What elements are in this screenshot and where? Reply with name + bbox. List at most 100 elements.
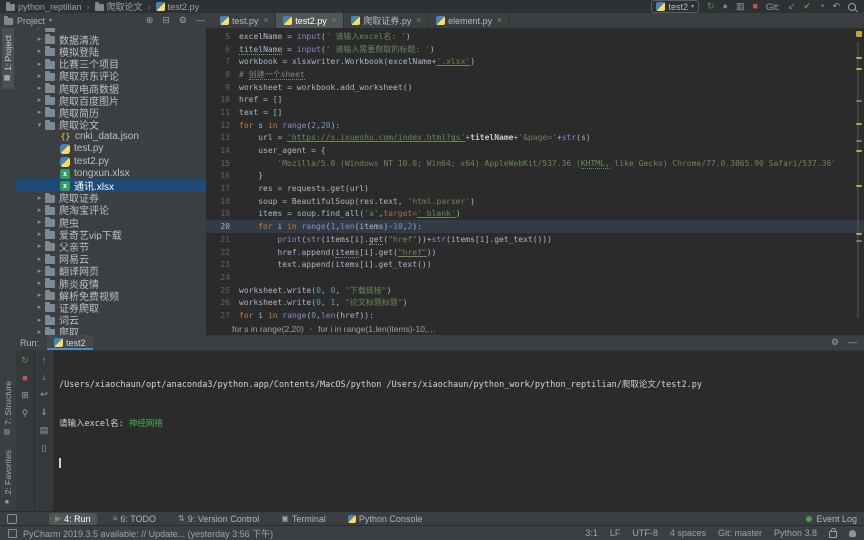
line-number[interactable]: 17 [206,184,239,193]
tree-item[interactable]: ▸爬取简历 [16,106,206,118]
line-number[interactable]: 14 [206,146,239,155]
tree-expand-arrow[interactable]: ▸ [34,303,45,311]
status-message[interactable]: PyCharm 2019.3.5 available: // Update...… [23,527,273,540]
tree-item[interactable]: ▸解析免费视频 [16,289,206,301]
run-console[interactable]: /Users/xiaochaun/opt/anaconda3/python.ap… [54,350,864,512]
tree-expand-arrow[interactable]: ▸ [34,279,45,287]
code-line[interactable]: 21print(str(items[i].get("href"))+str(it… [206,233,864,246]
close-tab-icon[interactable]: × [264,16,269,25]
code-line[interactable]: 13url = 'https://s.ixueshu.com/index.htm… [206,132,864,145]
tree-expand-arrow[interactable]: ▸ [34,35,45,43]
tree-expand-arrow[interactable]: ▸ [34,267,45,275]
code-line[interactable]: 19items = soup.find_all('a',target='_bla… [206,208,864,221]
git-branch[interactable]: Git: master [718,528,762,538]
line-number[interactable]: 16 [206,171,239,180]
line-number[interactable]: 9 [206,83,239,92]
minimize-panel-icon[interactable]: ― [848,338,857,347]
project-pane-header[interactable]: Project ▾ ⊕⊟⚙― [0,13,213,28]
line-number[interactable]: 22 [206,248,239,257]
pin-tab-icon[interactable]: ⚲ [22,408,29,419]
tree-item[interactable]: {}cnki_data.json [16,131,206,143]
tree-item[interactable]: test2.py [16,155,206,167]
sidebar-item-structure[interactable]: ▤ 7: Structure [2,374,14,443]
tab-爬取证券.py[interactable]: 爬取证券.py× [344,13,429,28]
tree-item[interactable]: ▾爬取论文 [16,119,206,131]
code-line[interactable]: 7workbook = xlsxwriter.Workbook(excelNam… [206,55,864,68]
line-number[interactable]: 21 [206,235,239,244]
tree-item[interactable]: ▸爱奇艺vip下载 [16,228,206,240]
run-icon[interactable]: ↻ [707,2,715,11]
stop-icon[interactable]: ■ [752,2,757,11]
tree-expand-arrow[interactable]: ▸ [34,230,45,238]
readonly-lock-icon[interactable] [829,531,837,538]
code-line[interactable]: 5excelName = input(' 请输入excel名: ') [206,30,864,43]
inspections-indicator[interactable] [856,31,862,37]
error-stripe[interactable] [854,28,864,323]
tree-expand-arrow[interactable]: ▾ [34,121,45,129]
sidebar-item-project[interactable]: ▦ 1: Project [2,28,14,89]
tree-expand-arrow[interactable]: ▸ [34,72,45,80]
line-number[interactable]: 20 [206,222,239,231]
line-number[interactable]: 5 [206,32,239,41]
tab-test.py[interactable]: test.py× [213,13,276,28]
commit-icon[interactable]: ✔ [803,2,811,11]
run-tab-test2[interactable]: test2 [47,335,93,350]
line-number[interactable]: 7 [206,57,239,66]
event-log-button[interactable]: Event Log [806,514,857,524]
code-line[interactable]: 6titelName = input(' 请输入需要爬取的标题: ') [206,43,864,56]
tree-item[interactable]: x通讯.xlsx [16,179,206,191]
line-number[interactable]: 23 [206,260,239,269]
tree-item[interactable]: ▸爬淘宝评论 [16,204,206,216]
close-tab-icon[interactable]: × [332,16,337,25]
code-line[interactable]: 15'Mozilla/5.0 (Windows NT 10.0; Win64; … [206,157,864,170]
tree-expand-arrow[interactable]: ▸ [34,242,45,250]
code-line[interactable]: 9worksheet = workbook.add_worksheet() [206,81,864,94]
tree-item[interactable]: ▸爬虫 [16,216,206,228]
code-line[interactable]: 17res = requests.get(url) [206,182,864,195]
toolwindow-terminal-button[interactable]: ▣Terminal [275,513,332,525]
line-separator[interactable]: LF [610,528,621,538]
collapse-all-icon[interactable]: ⊟ [162,16,170,25]
code-editor[interactable]: 5excelName = input(' 请输入excel名: ')6titel… [206,28,864,325]
rollback-icon[interactable]: ↶ [832,2,840,11]
tree-expand-arrow[interactable]: ▸ [34,255,45,263]
tree-expand-arrow[interactable]: ▸ [34,206,45,214]
settings-icon[interactable]: ⚙ [179,16,187,25]
toolwindow-switcher-icon[interactable] [7,514,17,524]
editor-breadcrumb-item[interactable]: for i in range(1,len(items)-10,… [318,324,436,334]
code-line[interactable]: 12for s in range(2,20): [206,119,864,132]
line-number[interactable]: 8 [206,70,239,79]
tree-item[interactable]: ▸词云 [16,314,206,326]
tree-item[interactable]: ▸比赛三个项目 [16,58,206,70]
code-line[interactable]: 14user_agent = { [206,144,864,157]
code-line[interactable]: 25worksheet.write(0, 0, "下载链接") [206,284,864,297]
line-number[interactable]: 10 [206,95,239,104]
print-icon[interactable]: ▤ [40,425,49,436]
up-stack-icon[interactable]: ↑ [42,355,47,365]
error-stripe-mark[interactable] [856,185,862,187]
file-encoding[interactable]: UTF-8 [632,528,658,538]
locate-icon[interactable]: ⊕ [146,16,154,25]
line-number[interactable]: 19 [206,209,239,218]
tree-item[interactable]: test.py [16,143,206,155]
code-line[interactable]: 22href.append(items[i].get("href")) [206,246,864,259]
code-line[interactable]: 23text.append(items[i].get_text()) [206,258,864,271]
search-icon[interactable] [848,3,856,11]
tree-item[interactable]: ▸爬取 [16,326,206,335]
tree-expand-arrow[interactable]: ▸ [34,291,45,299]
tab-element.py[interactable]: element.py× [429,13,510,28]
line-number[interactable]: 12 [206,121,239,130]
toolwindow-vcs-button[interactable]: ⇅9: Version Control [172,513,265,525]
toolwindow-run-button[interactable]: ▶4: Run [49,513,97,525]
tree-expand-arrow[interactable]: ▸ [34,218,45,226]
console-caret-line[interactable] [59,457,859,470]
line-number[interactable]: 25 [206,286,239,295]
tree-item[interactable]: ▸模拟登陆 [16,45,206,57]
error-stripe-mark[interactable] [856,57,862,59]
run-settings-gear-icon[interactable]: ⚙ [831,338,839,347]
breadcrumb-item[interactable]: test2.py [156,2,200,12]
tree-expand-arrow[interactable]: ▸ [34,328,45,335]
tab-test2.py[interactable]: test2.py× [276,13,344,28]
error-stripe-mark[interactable] [856,150,862,152]
update-project-icon[interactable]: ↙ [788,2,796,11]
